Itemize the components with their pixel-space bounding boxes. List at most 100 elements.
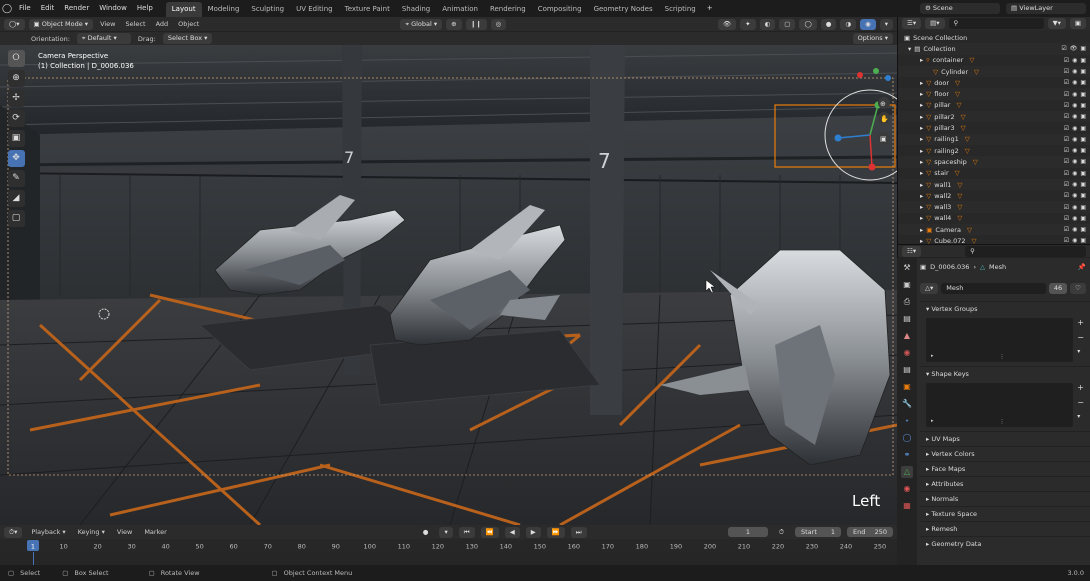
rotate-tool-icon[interactable]: ⟳ — [7, 110, 25, 127]
outliner-row[interactable]: ▽ Cylinder ▽ ☑ ◉ ▣ — [898, 65, 1090, 78]
checkbox-icon[interactable]: ☑ — [1064, 226, 1069, 233]
eye-icon[interactable]: ◉ — [1072, 147, 1077, 154]
current-frame-field[interactable]: 1 — [727, 527, 768, 537]
camera-icon[interactable]: ▣ — [1080, 102, 1086, 109]
eye-icon[interactable]: ◉ — [1072, 125, 1077, 132]
panel-face-maps[interactable]: ▸ Face Maps — [920, 461, 1090, 476]
shading-wireframe-icon[interactable]: ◯ — [799, 18, 817, 30]
gizmo-icon[interactable]: ✦ — [740, 18, 756, 30]
eye-icon[interactable]: ◉ — [1072, 68, 1077, 75]
scale-tool-icon[interactable]: ▣ — [7, 130, 25, 147]
play-reverse-icon[interactable]: ◀ — [504, 526, 520, 538]
measure-tool-icon[interactable]: ◢ — [7, 190, 25, 207]
mesh-browse-icon[interactable]: △▾ — [920, 283, 939, 294]
tab-compositing[interactable]: Compositing — [532, 2, 588, 17]
expand-arrow-icon[interactable]: ▸ — [920, 158, 923, 166]
transform-orientation-dropdown[interactable]: ⌖ Global ▾ — [400, 18, 443, 30]
eye-icon[interactable]: ◉ — [1072, 91, 1077, 98]
overlay-icon[interactable]: ◐ — [759, 18, 776, 30]
menu-timeline-view[interactable]: View — [114, 528, 135, 536]
preview-range-icon[interactable]: ⏱ — [773, 526, 789, 538]
tool-tab-icon[interactable]: ⚒ — [901, 262, 913, 274]
expand-arrow-icon[interactable]: ▸ — [920, 181, 923, 189]
camera-icon[interactable]: ▣ — [1080, 158, 1086, 165]
zoom-icon[interactable]: ⊕ — [880, 100, 886, 108]
jump-end-icon[interactable]: ⏭ — [570, 526, 587, 538]
render-tab-icon[interactable]: ▣ — [901, 279, 913, 291]
checkbox-icon[interactable]: ☑ — [1064, 125, 1069, 132]
outliner-row[interactable]: ▸ ▽ pillar3 ▽ ☑ ◉ ▣ — [898, 122, 1090, 133]
camera-icon[interactable]: ▣ — [1080, 170, 1086, 177]
outliner-row[interactable]: ▸ ▽ door ▽ ☑ ◉ ▣ — [898, 77, 1090, 88]
checkbox-icon[interactable]: ☑ — [1064, 215, 1069, 222]
panel-uv-maps[interactable]: ▸ UV Maps — [920, 431, 1090, 446]
filter-icon[interactable]: ▼▾ — [1047, 18, 1066, 29]
display-mode-icon[interactable]: ▤▾ — [925, 18, 945, 29]
camera-icon[interactable]: ▣ — [1080, 91, 1086, 98]
tab-sculpting[interactable]: Sculpting — [245, 2, 290, 17]
add-workspace-icon[interactable]: + — [702, 0, 718, 17]
menu-window[interactable]: Window — [94, 0, 132, 17]
expand-arrow-icon[interactable]: ▸ — [920, 147, 923, 155]
shading-rendered-icon[interactable]: ◉ — [860, 18, 876, 30]
checkbox-icon[interactable]: ☑ — [1061, 45, 1066, 52]
orientation-dropdown[interactable]: ⌖ Default ▾ — [76, 33, 131, 44]
tab-animation[interactable]: Animation — [436, 2, 484, 17]
physics-tab-icon[interactable]: ◯ — [901, 432, 913, 444]
checkbox-icon[interactable]: ☑ — [1064, 57, 1069, 64]
expand-arrow-icon[interactable]: ▸ — [920, 214, 923, 222]
3d-viewport[interactable]: 7 7 ⊕ ✋ ▣ Camera Perspective (1) Collect… — [0, 45, 897, 525]
shape-keys-list[interactable]: ▸ ⋮ — [926, 383, 1074, 427]
view-layer-tab-icon[interactable]: ▤ — [901, 313, 913, 325]
tab-layout[interactable]: Layout — [165, 1, 202, 17]
menu-marker[interactable]: Marker — [141, 528, 169, 536]
expand-arrow-icon[interactable]: ▸ — [920, 192, 923, 200]
mesh-users-count[interactable]: 46 — [1048, 283, 1068, 294]
menu-help[interactable]: Help — [132, 0, 158, 17]
eye-icon[interactable]: ◉ — [1072, 113, 1077, 120]
expand-arrow-icon[interactable]: ▸ — [920, 124, 923, 132]
annotate-tool-icon[interactable]: ✎ — [7, 170, 25, 187]
scene-tab-icon[interactable]: ▲ — [901, 330, 913, 342]
menu-render[interactable]: Render — [59, 0, 94, 17]
panel-geometry-data[interactable]: ▸ Geometry Data — [920, 536, 1090, 551]
camera-icon[interactable]: ▣ — [1080, 192, 1086, 199]
tab-texture-paint[interactable]: Texture Paint — [339, 2, 396, 17]
tab-modeling[interactable]: Modeling — [202, 2, 246, 17]
transform-tool-icon[interactable]: ✥ — [7, 150, 25, 167]
expand-arrow-icon[interactable]: ▸ — [920, 203, 923, 211]
eye-icon[interactable]: ◉ — [1072, 136, 1077, 143]
timeline-editor-type-icon[interactable]: ⏱▾ — [4, 526, 23, 538]
camera-icon[interactable]: ▣ — [1080, 113, 1086, 120]
checkbox-icon[interactable]: ☑ — [1064, 158, 1069, 165]
eye-icon[interactable]: ◉ — [1072, 57, 1077, 64]
new-collection-icon[interactable]: ▣ — [1069, 18, 1086, 29]
outliner-row[interactable]: ▸ ▽ stair ▽ ☑ ◉ ▣ — [898, 168, 1090, 179]
list-resize-handle[interactable]: ⋮ — [1000, 354, 1005, 360]
eye-icon[interactable]: 👁 — [1070, 45, 1078, 52]
tab-geometry-nodes[interactable]: Geometry Nodes — [588, 2, 659, 17]
eye-icon[interactable]: ◉ — [1072, 226, 1077, 233]
checkbox-icon[interactable]: ☑ — [1064, 136, 1069, 143]
outliner-row[interactable]: ▸ ▽ wall3 ▽ ☑ ◉ ▣ — [898, 201, 1090, 213]
view-layer-selector[interactable]: ▤ ViewLayer — [1006, 3, 1086, 14]
shading-material-icon[interactable]: ◑ — [840, 18, 857, 30]
output-tab-icon[interactable]: ⎙ — [901, 296, 913, 308]
visibility-icon[interactable]: 👁 — [717, 18, 737, 30]
remove-vertex-group-icon[interactable]: − — [1077, 333, 1084, 342]
outliner-row[interactable]: ▸ ▽ floor ▽ ☑ ◉ ▣ — [898, 88, 1090, 100]
expand-arrow-icon[interactable] — [928, 68, 930, 76]
add-vertex-group-icon[interactable]: + — [1077, 318, 1084, 327]
options-dropdown[interactable]: Options ▾ — [852, 33, 893, 44]
outliner-row[interactable]: ▸ ▣ Camera ▽ ☑ ◉ ▣ — [898, 224, 1090, 236]
timeline-track[interactable] — [0, 552, 897, 565]
vertex-groups-list[interactable]: ▸ ⋮ — [926, 318, 1074, 362]
world-tab-icon[interactable]: ◉ — [901, 347, 913, 359]
checkbox-icon[interactable]: ☑ — [1064, 102, 1069, 109]
shape-key-menu-icon[interactable]: ▾ — [1077, 413, 1084, 420]
menu-view[interactable]: View — [97, 20, 118, 28]
menu-object[interactable]: Object — [175, 20, 202, 28]
pan-hand-icon[interactable]: ✋ — [880, 114, 889, 123]
camera-icon[interactable]: ▣ — [1080, 136, 1086, 143]
menu-edit[interactable]: Edit — [36, 0, 60, 17]
